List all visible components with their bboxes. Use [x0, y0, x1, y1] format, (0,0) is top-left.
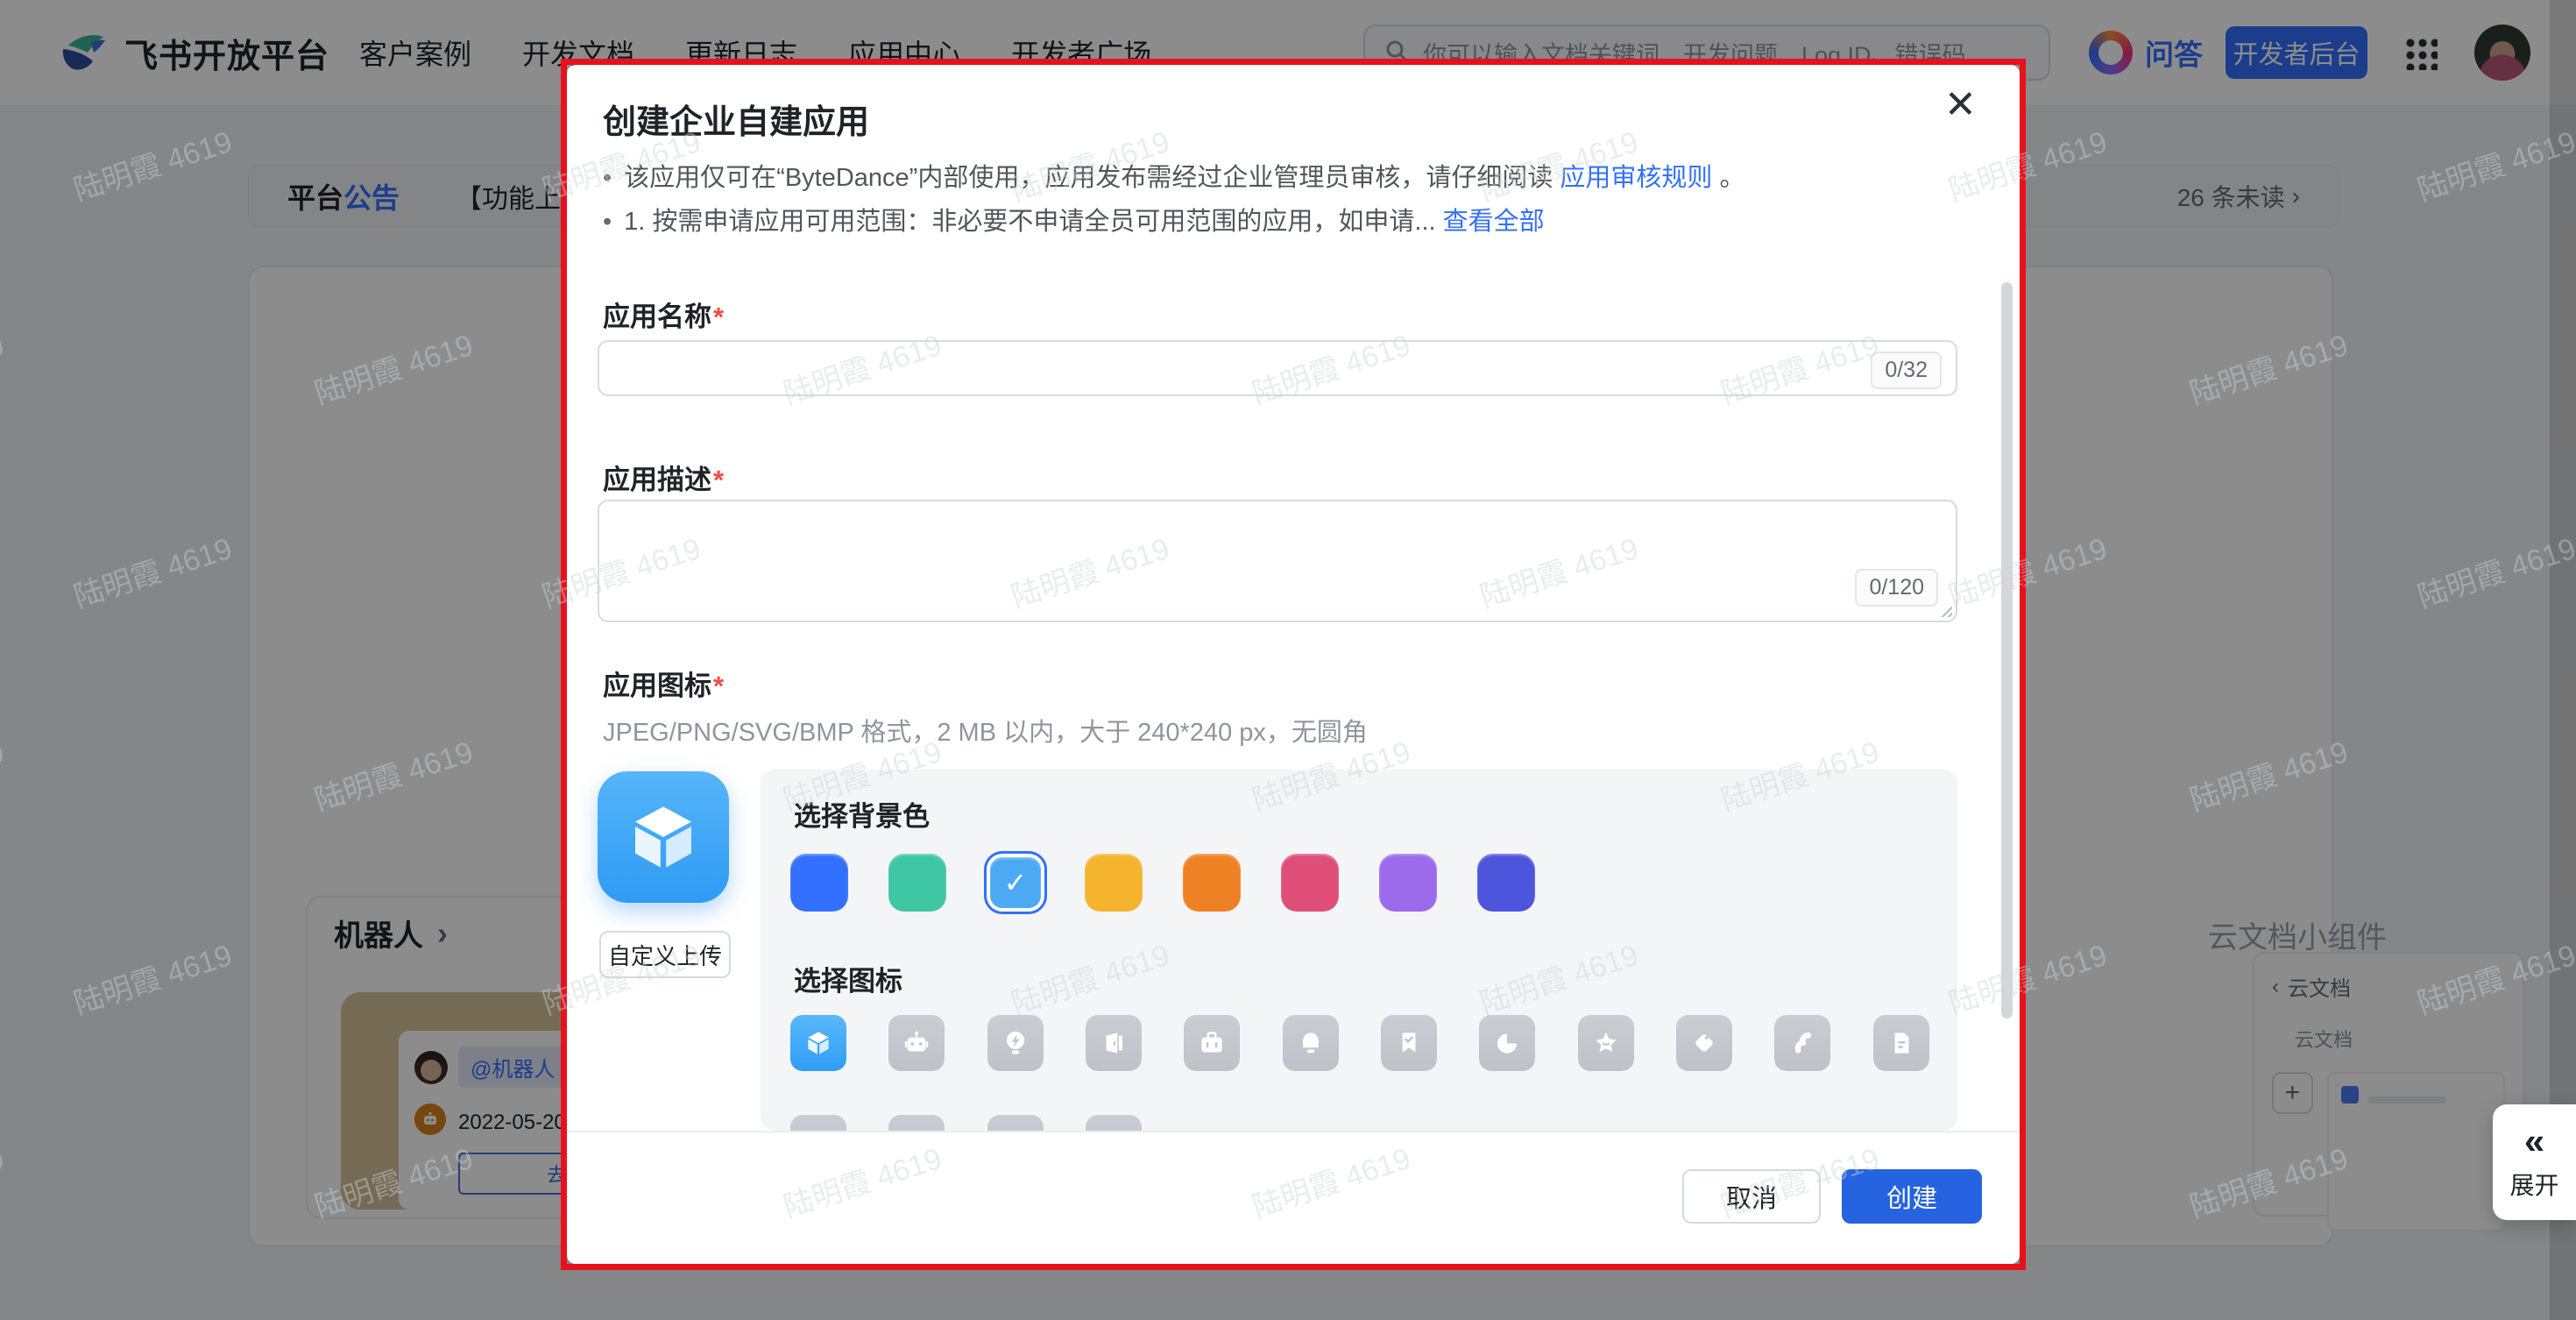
app-icon-tile-rocket[interactable] — [790, 1115, 846, 1131]
app-icon-tile-pen[interactable] — [987, 1115, 1044, 1131]
app-icon-tile-briefcase[interactable] — [1184, 1015, 1240, 1071]
bg-color-swatch-0[interactable] — [790, 854, 848, 912]
notice-line-2: •1. 按需申请应用可用范围：非必要不申请全员可用范围的应用，如申请... 查看… — [603, 200, 1970, 244]
app-name-input[interactable]: 0/32 — [598, 340, 1957, 396]
create-app-dialog: 创建企业自建应用 ✕ •该应用仅可在“ByteDance”内部使用，应用发布需经… — [567, 65, 2020, 1264]
bg-color-swatch-4[interactable] — [1183, 854, 1241, 912]
dialog-scrollbar-thumb[interactable] — [2001, 282, 2013, 1018]
app-icon-tile-bulb[interactable] — [987, 1015, 1044, 1071]
name-char-counter: 0/32 — [1871, 351, 1942, 389]
app-icon-tile-star[interactable] — [1578, 1015, 1634, 1071]
app-icon-tile-robot[interactable] — [888, 1015, 945, 1071]
cube-icon — [621, 795, 705, 879]
robot-icon — [900, 1026, 933, 1060]
app-icon-tile-wrench[interactable] — [1774, 1015, 1830, 1071]
app-icon-tile-tag[interactable] — [1676, 1015, 1732, 1071]
bell-icon — [1294, 1026, 1327, 1060]
app-icon-label: 应用图标* — [603, 664, 724, 703]
dialog-title: 创建企业自建应用 — [603, 95, 869, 143]
wrench-icon — [1786, 1026, 1819, 1060]
pie-chart-icon — [1490, 1026, 1524, 1060]
create-button[interactable]: 创建 — [1842, 1169, 1982, 1224]
app-icon-tile-card[interactable] — [888, 1115, 945, 1131]
bg-color-swatch-1[interactable] — [888, 854, 946, 912]
bg-color-label: 选择背景色 — [794, 794, 930, 834]
app-icon-tile-pie[interactable] — [1479, 1015, 1535, 1071]
select-icon-label: 选择图标 — [794, 959, 902, 998]
bg-color-swatch-3[interactable] — [1085, 854, 1143, 912]
bg-color-swatch-6[interactable] — [1379, 854, 1437, 912]
app-icon-tile-pin[interactable] — [1086, 1115, 1142, 1131]
app-icon-tile-cube[interactable] — [790, 1015, 846, 1071]
expand-sidebar-tab[interactable]: « 展开 — [2493, 1104, 2576, 1220]
bg-color-swatch-7[interactable] — [1477, 854, 1535, 912]
cube-icon — [802, 1026, 835, 1060]
door-icon — [1097, 1026, 1130, 1060]
file-icon — [1885, 1026, 1918, 1060]
bg-color-swatch-2-selected[interactable]: ✓ — [987, 854, 1044, 912]
icon-options-panel: 选择背景色 ✓ 选择图标 — [761, 770, 1957, 1131]
bookmark-check-icon — [1392, 1026, 1426, 1060]
star-icon — [1589, 1026, 1623, 1060]
tag-icon — [1688, 1026, 1721, 1060]
expand-label: 展开 — [2509, 1167, 2558, 1202]
double-chevron-left-icon: « — [2524, 1123, 2544, 1160]
footer-divider — [567, 1131, 2020, 1132]
app-icon-tile-file[interactable] — [1873, 1015, 1929, 1071]
app-icon-tile-door[interactable] — [1086, 1015, 1142, 1071]
review-rules-link[interactable]: 应用审核规则 — [1560, 164, 1712, 192]
app-icon-tile-bookmark[interactable] — [1381, 1015, 1437, 1071]
resize-handle-icon[interactable] — [1938, 603, 1952, 617]
app-icon-hint: JPEG/PNG/SVG/BMP 格式，2 MB 以内，大于 240*240 p… — [603, 712, 1368, 749]
desc-char-counter: 0/120 — [1855, 569, 1938, 607]
bg-color-swatch-5[interactable] — [1281, 854, 1339, 912]
briefcase-icon — [1195, 1026, 1228, 1060]
app-desc-label: 应用描述* — [603, 458, 724, 497]
view-all-link[interactable]: 查看全部 — [1443, 208, 1545, 236]
feishu-open-platform-page: 飞书开放平台 客户案例开发文档更新日志应用中心开发者广场 你可以输入文档关键词、… — [0, 0, 2576, 1320]
bullet-icon: • — [603, 208, 612, 236]
bullet-icon: • — [603, 164, 612, 192]
app-desc-textarea[interactable]: 0/120 — [598, 500, 1957, 622]
notice-line-1: •该应用仅可在“ByteDance”内部使用，应用发布需经过企业管理员审核，请仔… — [603, 156, 1970, 200]
close-icon[interactable]: ✕ — [1944, 86, 1977, 124]
lightbulb-icon — [999, 1026, 1032, 1060]
app-icon-preview — [598, 771, 729, 903]
cancel-button[interactable]: 取消 — [1682, 1169, 1821, 1224]
dialog-notice: •该应用仅可在“ByteDance”内部使用，应用发布需经过企业管理员审核，请仔… — [603, 156, 1970, 244]
app-name-label: 应用名称* — [603, 295, 724, 334]
app-icon-tile-bell[interactable] — [1283, 1015, 1339, 1071]
custom-upload-button[interactable]: 自定义上传 — [599, 931, 731, 978]
